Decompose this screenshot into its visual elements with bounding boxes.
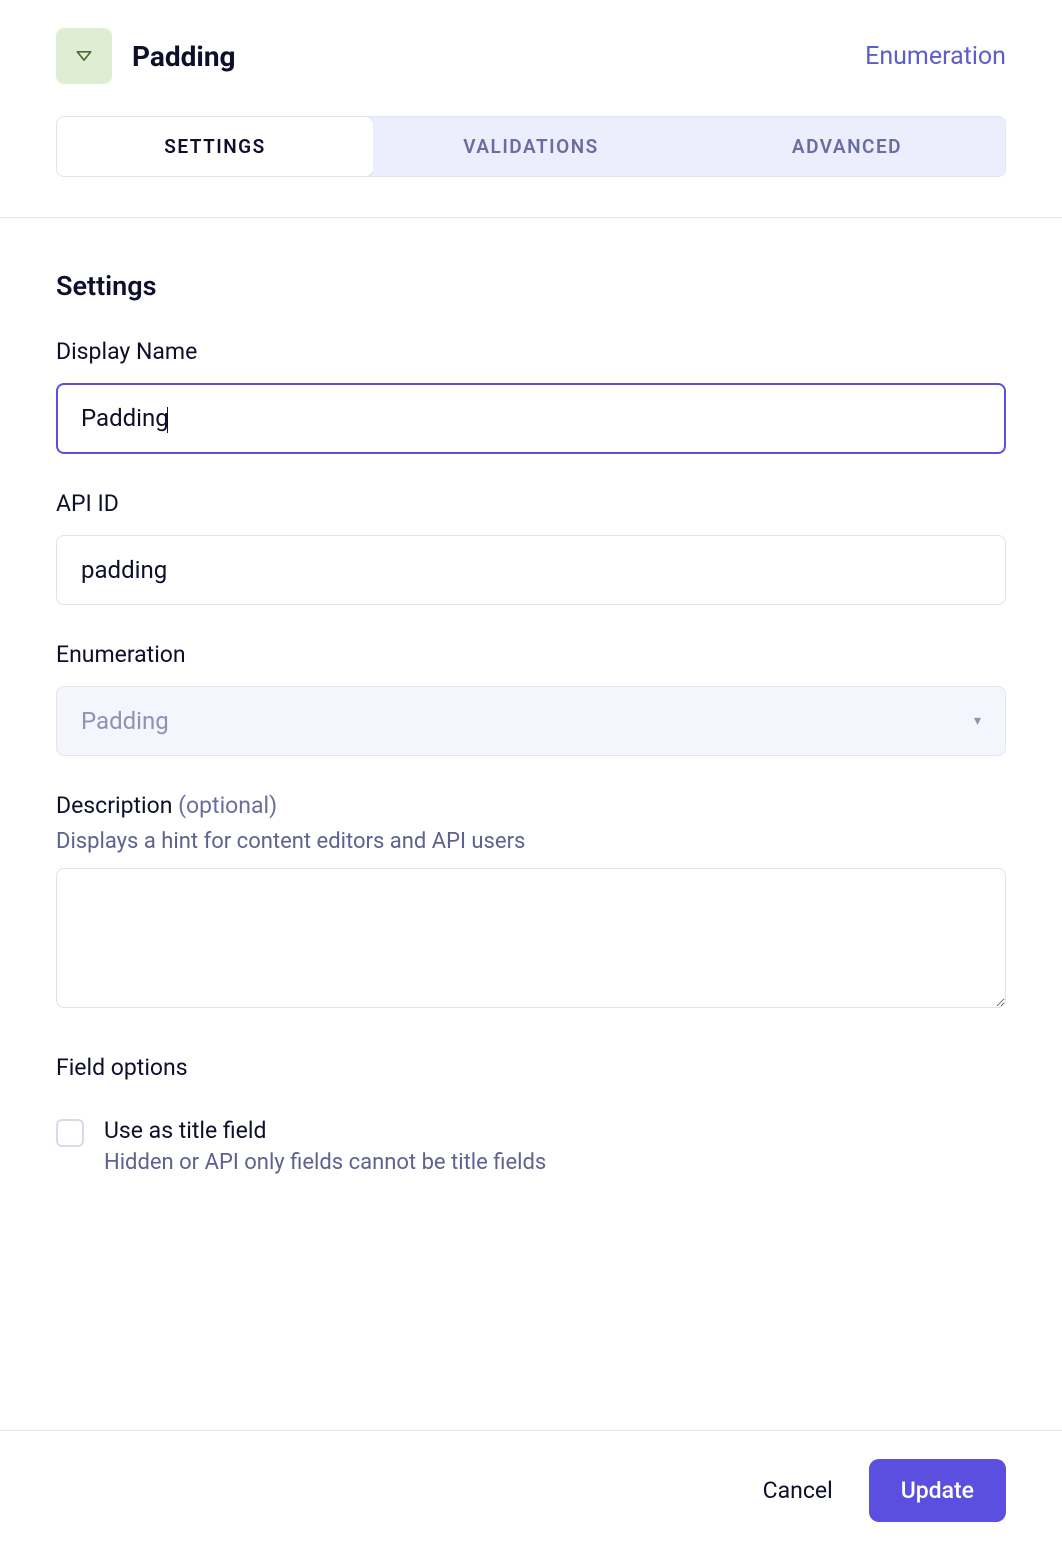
option-use-as-title: Use as title field Hidden or API only fi… xyxy=(56,1117,1006,1175)
option-label: Use as title field xyxy=(104,1117,1006,1144)
field-type-label: Enumeration xyxy=(865,42,1006,71)
cancel-button[interactable]: Cancel xyxy=(755,1465,841,1516)
description-optional-tag: (optional) xyxy=(178,792,277,819)
description-hint: Displays a hint for content editors and … xyxy=(56,829,1006,854)
tab-settings[interactable]: SETTINGS xyxy=(56,116,374,177)
api-id-group: API ID xyxy=(56,490,1006,605)
section-title: Settings xyxy=(56,270,1006,302)
tab-advanced[interactable]: ADVANCED xyxy=(689,117,1005,176)
description-textarea[interactable] xyxy=(56,868,1006,1008)
display-name-input[interactable]: Padding xyxy=(56,383,1006,454)
chevron-down-icon: ▾ xyxy=(974,713,981,729)
tabs: SETTINGS VALIDATIONS ADVANCED xyxy=(56,116,1006,177)
display-name-label: Display Name xyxy=(56,338,1006,365)
description-group: Description (optional) Displays a hint f… xyxy=(56,792,1006,1012)
enumeration-group: Enumeration Padding ▾ xyxy=(56,641,1006,756)
option-text: Use as title field Hidden or API only fi… xyxy=(104,1117,1006,1175)
text-cursor xyxy=(167,407,168,433)
enumeration-selected: Padding xyxy=(81,707,169,735)
enumeration-icon xyxy=(56,28,112,84)
enumeration-select[interactable]: Padding ▾ xyxy=(56,686,1006,756)
settings-panel: Settings Display Name Padding API ID Enu… xyxy=(0,218,1062,1208)
dialog-footer: Cancel Update xyxy=(0,1430,1062,1550)
api-id-input[interactable] xyxy=(56,535,1006,605)
field-options-title: Field options xyxy=(56,1054,1006,1081)
display-name-group: Display Name Padding xyxy=(56,338,1006,454)
update-button[interactable]: Update xyxy=(869,1459,1006,1522)
description-label: Description (optional) xyxy=(56,792,1006,819)
dialog-header: Padding Enumeration xyxy=(0,0,1062,84)
tab-validations[interactable]: VALIDATIONS xyxy=(373,117,689,176)
display-name-value: Padding xyxy=(81,404,169,432)
description-label-text: Description xyxy=(56,792,172,819)
checkbox-use-as-title[interactable] xyxy=(56,1119,84,1147)
enumeration-label: Enumeration xyxy=(56,641,1006,668)
api-id-label: API ID xyxy=(56,490,1006,517)
option-desc: Hidden or API only fields cannot be titl… xyxy=(104,1150,1006,1175)
header-left: Padding xyxy=(56,28,236,84)
field-title: Padding xyxy=(132,40,236,73)
